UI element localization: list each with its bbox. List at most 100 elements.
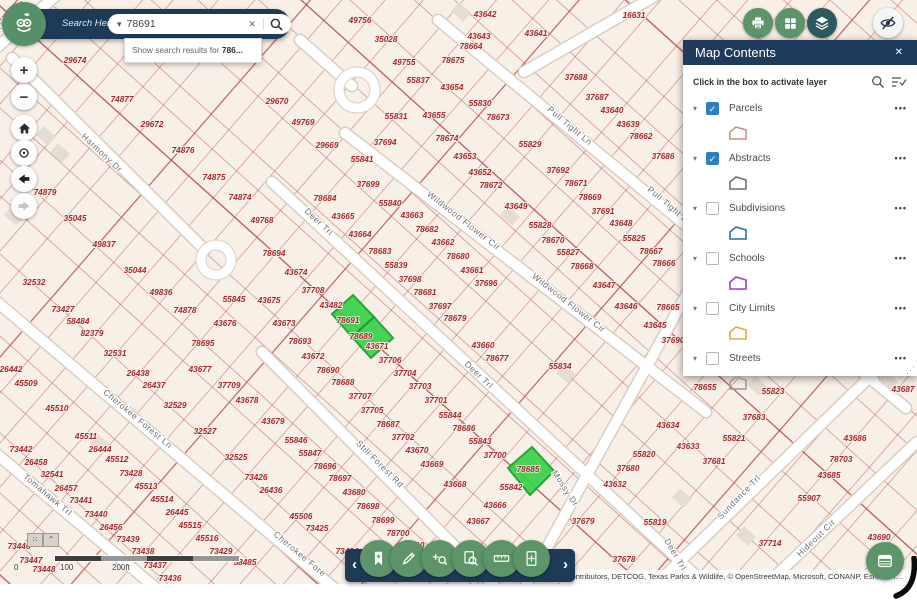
parcel-label: 45509	[14, 379, 38, 388]
parcel-label: 37679	[572, 517, 595, 526]
parcel-label: 45512	[105, 455, 129, 464]
zoom-in-button[interactable]: +	[11, 57, 37, 83]
panel-hint-row: Click in the box to activate layer	[683, 65, 917, 98]
row-options-dots-icon[interactable]: •••	[895, 253, 907, 263]
parcel-label: 16631	[623, 11, 646, 20]
layer-checkbox-city-limits[interactable]	[706, 302, 719, 315]
row-caret-icon[interactable]: ▾	[693, 354, 706, 363]
parcel-label: 43654	[440, 83, 464, 92]
parcel-label: 73440	[85, 510, 108, 519]
expand-widget-button[interactable]: ⌃	[43, 533, 59, 547]
layer-label: Streets	[729, 353, 895, 364]
layer-row: ▾ Streets•••	[683, 348, 917, 368]
row-options-dots-icon[interactable]: •••	[895, 353, 907, 363]
coordinate-widget-button[interactable]: ⁙	[27, 533, 43, 547]
parcel-label: 43634	[656, 421, 680, 430]
row-caret-icon[interactable]: ▾	[693, 154, 706, 163]
parcel-label: 73447	[20, 556, 43, 565]
parcel-label: 29674	[63, 56, 87, 65]
layer-checkbox-streets[interactable]	[706, 352, 719, 365]
parcel-label: 49755	[392, 58, 416, 67]
hide-ui-button[interactable]	[873, 8, 903, 38]
app-logo[interactable]	[2, 2, 46, 46]
parcel-label: 45515	[178, 521, 202, 530]
parcel-label: 43633	[676, 442, 700, 451]
parcel-label: 78668	[571, 262, 594, 271]
parcel-label: 45511	[74, 432, 98, 441]
row-caret-icon[interactable]: ▾	[693, 304, 706, 313]
row-caret-icon[interactable]: ▾	[693, 254, 706, 263]
parcel-label: 55847	[299, 449, 322, 458]
zoom-out-button[interactable]: −	[11, 84, 37, 110]
layer-checkbox-subdivisions[interactable]	[706, 202, 719, 215]
parcel-label: 37694	[374, 138, 397, 147]
row-options-dots-icon[interactable]: •••	[895, 103, 907, 113]
parcel-label: 37680	[617, 464, 640, 473]
layer-filter-button[interactable]	[891, 75, 907, 89]
row-caret-icon[interactable]: ▾	[693, 104, 706, 113]
filter-list-icon	[891, 75, 907, 89]
panel-resize-handle[interactable]: ⋰	[906, 365, 915, 376]
home-button[interactable]	[11, 115, 37, 141]
scale-end-label: 200ft	[112, 563, 130, 572]
parcel-label: 55839	[385, 261, 408, 270]
parcel-label: 55820	[633, 450, 656, 459]
parcel-label: 74877	[111, 95, 134, 104]
search-suggestion[interactable]: Show search results for 786...	[124, 38, 262, 63]
parcel-label: 43679	[261, 417, 285, 426]
clear-search-icon[interactable]: ✕	[241, 19, 263, 30]
parcel-label: 43640	[600, 106, 624, 115]
row-options-dots-icon[interactable]: •••	[895, 303, 907, 313]
parcel-label: 43663	[400, 211, 424, 220]
layer-checkbox-abstracts[interactable]: ✓	[706, 152, 719, 165]
search-query-text[interactable]: 78691	[127, 18, 242, 30]
parcel-label: 43646	[614, 302, 638, 311]
parcel-label: 55841	[351, 155, 374, 164]
toolbar-next-icon[interactable]: ›	[563, 549, 568, 582]
layer-search-button[interactable]	[871, 75, 885, 89]
search-magnifier-icon	[871, 75, 885, 89]
parcel-label: 78697	[329, 474, 352, 483]
parcel-label: 78689	[350, 332, 373, 341]
add-data-button[interactable]	[513, 540, 550, 577]
parcel-label: 43678	[235, 396, 259, 405]
parcel-label: 55842	[500, 483, 523, 492]
locate-button[interactable]	[11, 140, 37, 166]
layer-checkbox-parcels[interactable]: ✓	[706, 102, 719, 115]
forward-extent-button[interactable]	[11, 193, 37, 219]
parcel-label: 35045	[64, 214, 87, 223]
apps-button[interactable]	[775, 8, 805, 38]
print-button[interactable]	[743, 8, 773, 38]
parcel-label: 37691	[592, 207, 615, 216]
layer-row: ▾Subdivisions•••	[683, 198, 917, 218]
parcel-label: 37696	[475, 279, 498, 288]
row-caret-icon[interactable]: ▾	[693, 204, 706, 213]
toolbar-prev-icon[interactable]: ‹	[352, 549, 357, 582]
row-options-dots-icon[interactable]: •••	[895, 203, 907, 213]
panel-close-icon[interactable]: ✕	[893, 40, 905, 65]
parcel-label: 26445	[165, 508, 189, 517]
row-options-dots-icon[interactable]: •••	[895, 153, 907, 163]
parcel-label: 78675	[442, 56, 465, 65]
attribute-table-icon	[875, 551, 895, 571]
parcel-label: 29670	[265, 97, 289, 106]
apps-grid-icon	[782, 15, 799, 32]
home-icon	[17, 121, 32, 136]
parcel-label: 73439	[117, 535, 140, 544]
attribute-table-button[interactable]	[866, 542, 904, 580]
parcel-label: 45510	[45, 404, 69, 413]
parcel-label: 78662	[630, 132, 653, 141]
parcel-label: 49768	[250, 216, 274, 225]
search-dropdown-caret-icon[interactable]: ▾	[108, 19, 127, 30]
search-icon[interactable]	[264, 18, 291, 31]
search-input[interactable]: ▾ 78691 ✕	[108, 14, 291, 34]
parcel-label: 78674	[436, 134, 459, 143]
back-extent-button[interactable]	[11, 166, 37, 192]
parcel-label: 45516	[195, 534, 219, 543]
panel-title: Map Contents	[695, 40, 776, 65]
parcel-label: 26444	[88, 445, 112, 454]
parcel-label: 78690	[317, 366, 340, 375]
layer-checkbox-schools[interactable]	[706, 252, 719, 265]
parcel-label: 43667	[466, 517, 490, 526]
layers-button[interactable]	[807, 8, 837, 38]
